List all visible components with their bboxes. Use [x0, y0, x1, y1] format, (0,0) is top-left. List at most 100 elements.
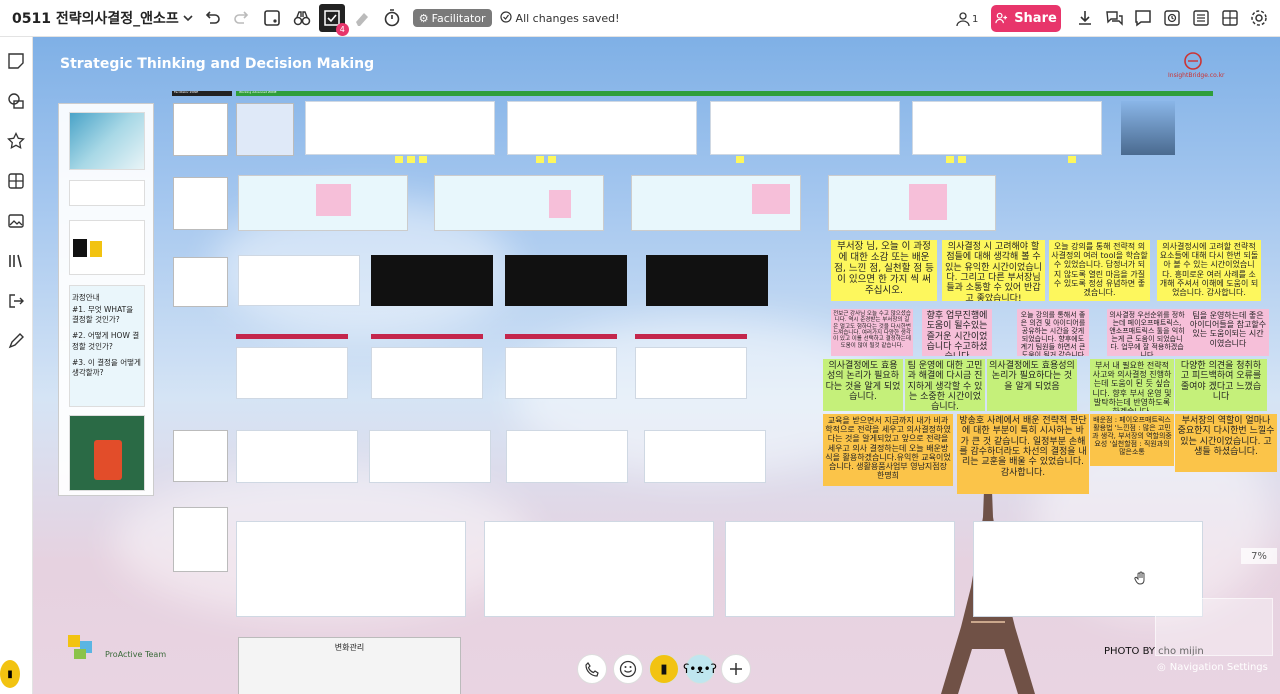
mini-map[interactable]	[1155, 598, 1273, 656]
mini-sticky[interactable]	[736, 156, 744, 163]
feedback-sticky[interactable]: 의사결정에도 효용성의 논리가 필요하다는 것을 알게 되었습니다.	[823, 359, 903, 411]
feedback-sticky[interactable]: 다양한 의견을 청취하고 피드백하여 오류를 줄여야 겠다고 느꼈습니다	[1175, 359, 1267, 411]
mini-sticky[interactable]	[395, 156, 403, 163]
row5-table-slide-4[interactable]	[644, 430, 766, 483]
row4-slide-2[interactable]	[371, 347, 483, 399]
forest-slide-thumbnail[interactable]	[69, 415, 145, 491]
logo-slide-thumbnail[interactable]	[69, 180, 145, 206]
feedback-sticky[interactable]: 방송호 사례에서 배운 전략적 판단에 대한 부분이 특히 시사하는 바가 큰 …	[957, 414, 1089, 494]
guest-avatar[interactable]: ʕ•ᴥ•ʔ	[683, 654, 717, 684]
row1-working-slide[interactable]	[236, 103, 294, 156]
timer-icon[interactable]	[377, 4, 407, 32]
pink-mini-note[interactable]	[316, 184, 351, 216]
feedback-sticky[interactable]: 배운점 : 페이오프매트릭스 활용법 '느낀점 : 많은 고민과 생각, 부서장…	[1090, 414, 1174, 466]
import-icon[interactable]	[4, 289, 28, 313]
feedback-sticky[interactable]: 향후 업무진행에 도움이 될수있는 즐거운 시간이었습니다 수고하셨습니다	[922, 309, 992, 356]
row5-title-slide[interactable]	[173, 430, 228, 482]
feedback-sticky[interactable]: 부서 내 필요한 전략적 사고와 의사결정 진행하는데 도움이 된 듯 싶습니다…	[1090, 359, 1174, 411]
share-button[interactable]: Share	[991, 5, 1061, 32]
facilitator-badge[interactable]: ⚙ Facilitator	[412, 9, 492, 27]
feedback-sticky[interactable]: 의사결정에도 효용성의 논리가 필요하다는 것을 알게 되었음	[987, 359, 1077, 411]
binoculars-icon[interactable]	[287, 4, 317, 32]
eraser-icon[interactable]	[347, 4, 377, 32]
feedback-sticky[interactable]: 부서장 님, 오늘 이 과정에 대한 소감 또는 배운 점, 느낀 점, 실천할…	[831, 240, 937, 301]
row3-dark-slide-1[interactable]	[371, 255, 493, 306]
settings-icon[interactable]	[1244, 4, 1274, 32]
comment-icon[interactable]	[1128, 4, 1158, 32]
row4-slide-1[interactable]	[236, 347, 348, 399]
pen-icon[interactable]	[4, 329, 28, 353]
row2-title-slide[interactable]	[173, 177, 228, 230]
chat-icon[interactable]	[1099, 4, 1129, 32]
mini-sticky[interactable]	[407, 156, 415, 163]
feedback-sticky[interactable]: 교육을 받으면서 지금까지 내가 비과학적으로 전략을 세우고 의사결정하였다는…	[823, 414, 953, 486]
row5-table-slide-1[interactable]	[236, 430, 358, 483]
pink-mini-note[interactable]	[752, 184, 790, 214]
image-icon[interactable]	[4, 209, 28, 233]
chevron-down-icon[interactable]	[179, 4, 197, 32]
row3-slide-1[interactable]	[238, 255, 360, 306]
layout-icon[interactable]	[4, 169, 28, 193]
history-icon[interactable]	[1157, 4, 1187, 32]
row1-chart-slide-3[interactable]	[710, 101, 900, 155]
row5-table-slide-2[interactable]	[369, 430, 491, 483]
feedback-sticky[interactable]: 오늘 강의를 통해서 좋은 의견 및 아이디어를 공유하는 시간을 갖게 되었습…	[1017, 309, 1089, 356]
row3-dark-slide-3[interactable]	[646, 255, 768, 306]
user-avatar[interactable]: ▮	[649, 654, 679, 684]
redo-icon[interactable]	[227, 4, 257, 32]
list-icon[interactable]	[1186, 4, 1216, 32]
row6-case-slide-2[interactable]	[484, 521, 714, 617]
feedback-sticky[interactable]: 의사결정 우선순위를 정하는데 페이오프매트릭스, 앤소프매트릭스 툴을 익히는…	[1107, 309, 1187, 356]
row3-dark-slide-2[interactable]	[505, 255, 627, 306]
row1-title-slide[interactable]	[173, 103, 228, 156]
row3-title-slide[interactable]	[173, 257, 228, 307]
star-icon[interactable]	[4, 129, 28, 153]
board-canvas[interactable]: Strategic Thinking and Decision Making I…	[33, 37, 1280, 694]
feedback-sticky[interactable]: 의사결정 시 고려해야 할 점들에 대해 생각해 볼 수 있는 유익한 시간이었…	[942, 240, 1045, 301]
feedback-sticky[interactable]: 팀을 운영하는데 좋은 아이디어들을 참고할수 있는 도움이되는 시간이였습니다	[1187, 309, 1269, 356]
profile-slide-thumbnail[interactable]	[69, 220, 145, 275]
zoom-level[interactable]: 7%	[1241, 548, 1277, 564]
library-icon[interactable]	[4, 249, 28, 273]
call-button[interactable]	[577, 654, 607, 684]
row1-chart-slide-1[interactable]	[305, 101, 495, 155]
pink-mini-note[interactable]	[909, 184, 947, 220]
frame-icon[interactable]	[257, 4, 287, 32]
row1-chart-slide-2[interactable]	[507, 101, 697, 155]
board-title[interactable]: 0511 전략의사결정_앤소프	[12, 4, 179, 32]
hand-tool-button[interactable]	[1130, 567, 1152, 589]
row2-group-3[interactable]	[631, 175, 801, 231]
undo-icon[interactable]	[197, 4, 227, 32]
feedback-sticky[interactable]: 팀 운영에 대한 고민과 해결에 다시금 진지하게 생각할 수 있는 소중한 시…	[905, 359, 985, 411]
row5-table-slide-3[interactable]	[506, 430, 628, 483]
vote-icon[interactable]: 4	[318, 4, 349, 36]
mini-sticky[interactable]	[1068, 156, 1076, 163]
feedback-sticky[interactable]: 오늘 강의를 통해 전략적 의사결정의 여러 tool을 학습할 수 있었습니다…	[1049, 240, 1150, 301]
row6-title-slide[interactable]	[173, 507, 228, 572]
shapes-icon[interactable]	[4, 89, 28, 113]
row2-group-2[interactable]	[434, 175, 604, 231]
mini-sticky[interactable]	[958, 156, 966, 163]
user-count[interactable]: 1	[955, 5, 978, 33]
reaction-button[interactable]	[613, 654, 643, 684]
row2-group-4[interactable]	[828, 175, 996, 231]
add-button[interactable]	[721, 654, 751, 684]
bottom-left-avatar[interactable]: ▮	[0, 660, 20, 688]
row6-case-slide-3[interactable]	[725, 521, 955, 617]
row4-slide-3[interactable]	[505, 347, 617, 399]
agenda-frame[interactable]: 과정안내 #1. 무엇 WHAT을 결정할 것인가? #2. 어떻게 HOW 결…	[58, 103, 154, 496]
grid-icon[interactable]	[1215, 4, 1245, 32]
row4-slide-4[interactable]	[635, 347, 747, 399]
feedback-sticky[interactable]: 부서장의 역할이 얼마나 중요한지 다시한번 느낄수 있는 시간이었습니다. 고…	[1175, 414, 1277, 472]
row6-case-slide-1[interactable]	[236, 521, 466, 617]
row2-group-1[interactable]	[238, 175, 408, 231]
navigation-settings[interactable]: ◎ Navigation Settings	[1157, 657, 1275, 677]
mini-sticky[interactable]	[419, 156, 427, 163]
change-management-box[interactable]: 변화관리	[238, 637, 461, 694]
feedback-sticky[interactable]: 의사결정시에 고려할 전략적 요소들에 대해 다시 한번 되돌아 볼 수 있는 …	[1157, 240, 1261, 301]
row1-chart-slide-4[interactable]	[912, 101, 1102, 155]
mini-sticky[interactable]	[536, 156, 544, 163]
feedback-sticky[interactable]: 전보근 강사님 오늘 수고 많으셨습니다. 역시 준경받는 부서장의 길은 멀고…	[831, 309, 913, 356]
mini-sticky[interactable]	[946, 156, 954, 163]
pink-mini-note[interactable]	[549, 190, 571, 218]
